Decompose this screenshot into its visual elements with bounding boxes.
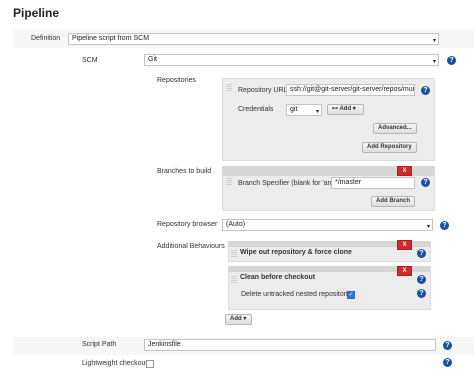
page-title: Pipeline xyxy=(13,6,60,20)
behaviour-clean-title: Clean before checkout xyxy=(240,274,316,281)
add-credentials-label: Add xyxy=(339,106,352,112)
repository-url-input[interactable]: ssh://git@git-server/git-server/repos/mu… xyxy=(286,84,415,96)
repository-browser-value: (Auto) xyxy=(226,221,246,228)
branch-specifier-input[interactable]: */master xyxy=(331,177,415,189)
drag-handle-icon[interactable] xyxy=(226,178,232,186)
help-icon[interactable]: ? xyxy=(443,358,452,367)
help-icon[interactable]: ? xyxy=(447,56,456,65)
chevron-down-icon: ▾ xyxy=(426,224,430,230)
help-icon[interactable]: ? xyxy=(417,275,426,284)
help-icon[interactable]: ? xyxy=(421,178,430,187)
add-credentials-button[interactable]: ⊷ Add ▾ xyxy=(327,104,364,115)
credentials-value: git xyxy=(290,106,298,113)
branch-specifier-label: Branch Specifier (blank for 'any') xyxy=(238,180,339,187)
delete-wipe-behaviour-button[interactable]: X xyxy=(397,240,412,250)
chevron-down-icon: ▾ xyxy=(352,106,356,112)
drag-handle-icon[interactable] xyxy=(231,250,237,258)
delete-branch-button[interactable]: X xyxy=(397,166,412,176)
repository-url-label: Repository URL xyxy=(238,87,288,94)
delete-clean-behaviour-button[interactable]: X xyxy=(397,266,412,276)
delete-nested-repos-label: Delete untracked nested repositories xyxy=(241,291,356,298)
key-icon: ⊷ xyxy=(332,106,338,112)
lightweight-checkout-label: Lightweight checkout xyxy=(82,360,148,367)
behaviour-wipe-title: Wipe out repository & force clone xyxy=(240,249,352,256)
scm-select[interactable]: Git ▾ xyxy=(144,54,439,66)
add-behaviour-label: Add xyxy=(230,316,242,322)
credentials-select[interactable]: git ▾ xyxy=(286,104,322,116)
help-icon[interactable]: ? xyxy=(417,289,426,298)
help-icon[interactable]: ? xyxy=(440,221,449,230)
chevron-down-icon: ▾ xyxy=(243,316,247,322)
add-repository-button[interactable]: Add Repository xyxy=(362,142,417,153)
chevron-down-icon: ▾ xyxy=(432,38,436,44)
drag-handle-icon[interactable] xyxy=(231,276,237,284)
definition-select[interactable]: Pipeline script from SCM ▾ xyxy=(68,33,439,45)
add-behaviour-button[interactable]: Add ▾ xyxy=(225,314,252,325)
repository-browser-select[interactable]: (Auto) ▾ xyxy=(222,219,433,231)
repository-browser-label: Repository browser xyxy=(157,221,218,228)
drag-handle-icon[interactable] xyxy=(226,84,232,92)
branches-label: Branches to build xyxy=(157,168,212,175)
advanced-button[interactable]: Advanced... xyxy=(373,123,417,134)
chevron-down-icon: ▾ xyxy=(315,109,319,115)
definition-value: Pipeline script from SCM xyxy=(72,35,150,42)
repositories-label: Repositories xyxy=(157,77,196,84)
scm-value: Git xyxy=(148,56,157,63)
delete-nested-repos-checkbox[interactable]: ✓ xyxy=(347,291,355,299)
help-icon[interactable]: ? xyxy=(443,341,452,350)
definition-label: Definition xyxy=(31,35,61,42)
credentials-label: Credentials xyxy=(238,106,274,113)
script-path-label: Script Path xyxy=(82,341,117,348)
lightweight-checkout-checkbox[interactable] xyxy=(146,360,154,368)
help-icon[interactable]: ? xyxy=(417,249,426,258)
add-branch-button[interactable]: Add Branch xyxy=(371,196,416,207)
scm-label: SCM xyxy=(82,57,98,64)
script-path-input[interactable]: Jenkinsfile xyxy=(144,339,436,351)
chevron-down-icon: ▾ xyxy=(432,59,436,65)
additional-behaviours-label: Additional Behaviours xyxy=(157,243,225,250)
help-icon[interactable]: ? xyxy=(421,86,430,95)
